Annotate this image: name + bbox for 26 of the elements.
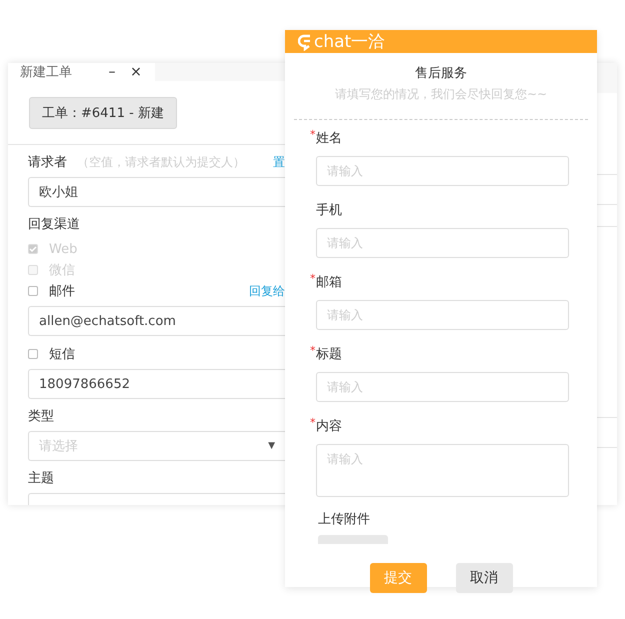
requester-field[interactable]: 欧小姐 bbox=[28, 177, 285, 207]
requester-label: 请求者 bbox=[28, 154, 67, 171]
checkbox[interactable] bbox=[28, 286, 38, 296]
minimize-button[interactable]: – bbox=[105, 64, 119, 80]
checkbox[interactable] bbox=[28, 349, 38, 359]
channel-label: 短信 bbox=[49, 346, 76, 363]
reply-channel-label: 回复渠道 bbox=[28, 216, 80, 233]
logo: chat一洽 bbox=[298, 30, 386, 53]
ticket-badge[interactable]: 工单：#6411 - 新建 bbox=[29, 97, 177, 129]
close-button[interactable]: × bbox=[129, 64, 143, 80]
channel-label: 邮件 bbox=[49, 283, 76, 300]
subject-label: 主题 bbox=[28, 470, 54, 487]
field-label: *标题 bbox=[310, 346, 342, 364]
channel-field[interactable]: allen@echatsoft.com bbox=[28, 306, 285, 336]
field-label: 手机 bbox=[316, 202, 342, 220]
field-label: *邮箱 bbox=[310, 274, 342, 292]
field-label: *姓名 bbox=[310, 130, 342, 148]
type-label: 类型 bbox=[28, 408, 54, 425]
ticket-tab[interactable]: 新建工单 – × bbox=[8, 63, 155, 81]
tab-title: 新建工单 bbox=[20, 64, 73, 81]
form-title: 售后服务 bbox=[414, 65, 468, 82]
cancel-button[interactable]: 取消 bbox=[456, 563, 512, 593]
field-label: *内容 bbox=[310, 418, 342, 436]
channel-field[interactable]: 18097866652 bbox=[28, 369, 285, 399]
logo-icon bbox=[298, 32, 312, 50]
attachment-label: 上传附件 bbox=[318, 511, 370, 529]
